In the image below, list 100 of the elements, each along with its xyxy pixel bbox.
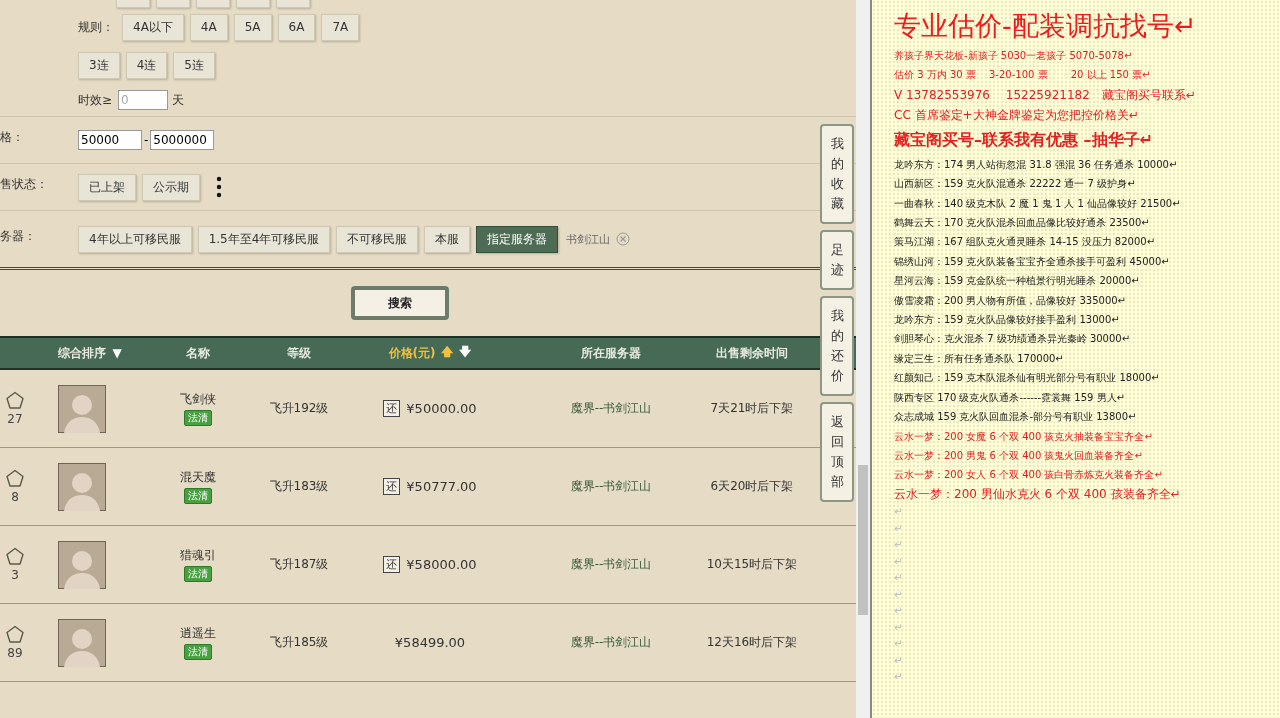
document-line: ↵ [894, 604, 904, 619]
avatar-icon[interactable] [58, 462, 106, 511]
favorite-count: 89 [7, 646, 23, 660]
document-line: 陕西专区 170 级克火队通杀------霓裳舞 159 男人↵ [894, 390, 1126, 405]
star-icon[interactable] [5, 547, 25, 566]
combo-option-button[interactable]: 5连 [173, 51, 215, 79]
unit-label: 天 [172, 91, 185, 109]
document-line: 鹤舞云天：170 克火队混杀回血品像比较好通杀 23500↵ [894, 216, 1151, 231]
time-left-text: 6天20时后下架 [710, 478, 794, 495]
document-line: 藏宝阁买号–联系我有优惠 –抽华子↵ [894, 128, 1154, 151]
price-text: ¥58499.00 [394, 635, 466, 650]
document-line: 缘定三生：所有任务通杀队 170000↵ [894, 351, 1065, 366]
price-text: ¥50000.00 [406, 401, 477, 416]
price-text: ¥50777.00 [406, 479, 477, 494]
side-tab[interactable]: 足迹 [820, 230, 854, 290]
character-name[interactable]: 飞剑侠 [180, 391, 216, 408]
more-icon[interactable] [216, 176, 222, 198]
level-text: 飞升185级 [269, 634, 329, 651]
rule-option-button[interactable]: 4A [189, 13, 228, 41]
validity-label: 时效≥ [78, 91, 113, 109]
level-text: 飞升183级 [269, 478, 329, 495]
document-line: ↵ [894, 521, 904, 536]
document-line: 一曲春秋：140 级克木队 2 魔 1 鬼 1 人 1 仙品像较好 21500↵ [894, 196, 1182, 211]
time-left-text: 7天21时后下架 [710, 400, 794, 417]
server-label: 务器： [0, 227, 37, 245]
status-label: 售状态： [0, 175, 49, 193]
character-name[interactable]: 猎魂引 [180, 547, 216, 564]
document-line: 剑胆琴心：克火混杀 7 级功绩通杀异光秦岭 30000↵ [894, 332, 1132, 347]
document-line: 估价 3 万内 30 票 3-20-100 票 20 以上 150 票↵ [894, 68, 1152, 83]
price-text: ¥58000.00 [406, 557, 477, 572]
document-line: 山西新区：159 克火队混通杀 22222 通一 7 级护身↵ [894, 177, 1137, 192]
level-text: 飞升187级 [269, 556, 329, 573]
document-line: 众志成城 159 克火队回血混杀-部分号有职业 13800↵ [894, 410, 1138, 425]
bargain-badge[interactable]: 还 [383, 478, 401, 495]
star-icon[interactable] [5, 625, 25, 644]
document-line: ↵ [894, 538, 904, 553]
document-line: 策马江湖：167 组队克火通灵睡杀 14-15 没压力 82000↵ [894, 235, 1157, 250]
server-option-button[interactable]: 4年以上可移民服 [78, 225, 192, 253]
character-name[interactable]: 混天魔 [180, 469, 216, 486]
star-icon[interactable] [5, 391, 25, 410]
chosen-server: 书剑江山 [566, 231, 611, 247]
rule-option-button[interactable]: 4A以下 [122, 13, 184, 41]
document-line: 云水一梦：200 女人 6 个双 400 孩白骨赤炼克火装备齐全↵ [894, 468, 1164, 483]
column-header[interactable]: 价格(元) [388, 344, 436, 362]
rule-label: 规则： [78, 18, 114, 36]
school-tag: 法清 [184, 566, 212, 582]
bargain-badge[interactable]: 还 [383, 400, 401, 417]
server-text: 魔界--书剑江山 [570, 634, 652, 651]
column-header[interactable]: 出售剩余时间 [716, 344, 788, 362]
combo-option-button[interactable]: 4连 [125, 51, 168, 79]
favorite-count: 3 [11, 568, 19, 582]
server-option-button[interactable]: 不可移民服 [336, 225, 419, 253]
document-line: 星河云海：159 克金队统一种植景行明光睡杀 20000↵ [894, 274, 1141, 289]
character-name[interactable]: 逍遥生 [180, 625, 216, 642]
status-option-button[interactable]: 已上架 [78, 173, 136, 201]
search-button[interactable]: 搜索 [351, 286, 449, 320]
validity-input[interactable]: 0 [118, 90, 169, 110]
max-price-input[interactable]: 5000000 [150, 130, 215, 150]
favorite-count: 8 [11, 490, 19, 504]
range-separator: - [144, 133, 149, 147]
school-tag: 法清 [184, 410, 212, 426]
document-line: 专业估价-配装调抗找号↵ [894, 9, 1198, 43]
column-header[interactable]: 名称 [186, 344, 210, 362]
column-header[interactable]: 所在服务器 [581, 344, 641, 362]
server-text: 魔界--书剑江山 [570, 556, 652, 573]
bargain-badge[interactable]: 还 [383, 556, 401, 573]
combo-option-button[interactable]: 3连 [78, 51, 120, 79]
rule-option-button[interactable]: 5A [233, 13, 272, 41]
star-icon[interactable] [5, 469, 25, 488]
avatar-icon[interactable] [58, 384, 106, 433]
server-option-button[interactable]: 指定服务器 [476, 225, 559, 253]
rule-option-button[interactable]: 7A [321, 13, 360, 41]
rule-option-button[interactable]: 6A [277, 13, 316, 41]
side-tab[interactable]: 我的还价 [820, 296, 854, 396]
column-header[interactable]: 综合排序 [58, 344, 107, 362]
server-option-button[interactable]: 本服 [424, 225, 471, 253]
sort-arrow[interactable]: 🡅 [441, 342, 454, 364]
server-option-button[interactable]: 1.5年至4年可移民服 [197, 225, 331, 253]
avatar-icon[interactable] [58, 540, 106, 589]
document-line: ↵ [894, 587, 904, 602]
document-line: 龙吟东方：174 男人站街忽混 31.8 强混 36 任务通杀 10000↵ [894, 157, 1179, 172]
sort-arrow[interactable]: ▼ [112, 346, 122, 360]
document-line: ↵ [894, 653, 904, 668]
min-price-input[interactable]: 50000 [78, 130, 142, 150]
column-header[interactable]: 等级 [287, 344, 311, 362]
avatar-icon[interactable] [58, 618, 106, 667]
side-tab[interactable]: 返回顶部 [820, 402, 854, 502]
status-option-button[interactable]: 公示期 [142, 173, 200, 201]
document-line: ↵ [894, 571, 904, 586]
school-tag: 法清 [184, 488, 212, 504]
server-text: 魔界--书剑江山 [570, 400, 652, 417]
school-tag: 法清 [184, 644, 212, 660]
side-tab[interactable]: 我的收藏 [820, 124, 854, 224]
sort-arrow[interactable]: 🡇 [459, 342, 472, 364]
document-line: ↵ [894, 505, 904, 520]
time-left-text: 10天15时后下架 [706, 556, 798, 573]
scrollbar-thumb[interactable] [858, 465, 868, 615]
document-line: 龙吟东方：159 克火队品像较好接手盈利 13000↵ [894, 313, 1121, 328]
document-line: 锦绣山河：159 克火队装备宝宝齐全通杀接手可盈利 45000↵ [894, 254, 1171, 269]
price-label: 格： [0, 128, 25, 146]
